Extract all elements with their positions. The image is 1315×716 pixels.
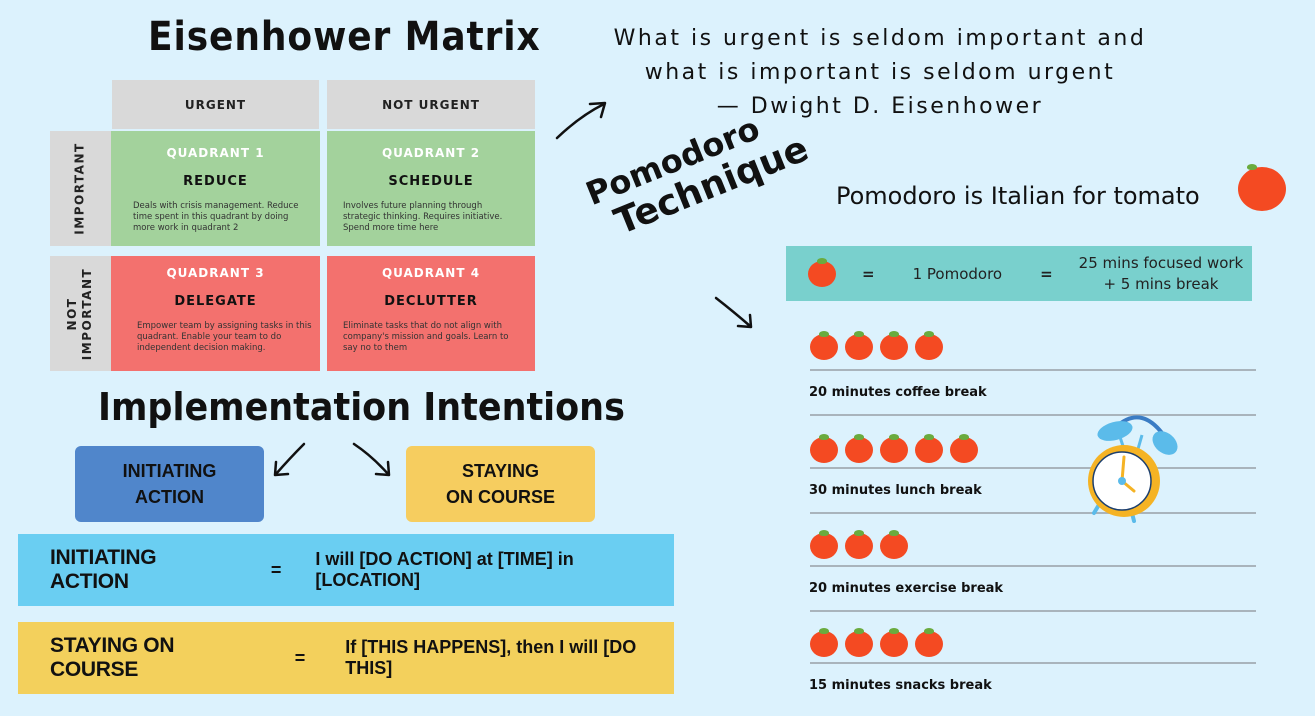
equals-sign: = <box>294 647 306 668</box>
quadrant-1-action: REDUCE <box>183 174 248 189</box>
quadrant-1-desc: Deals with crisis management. Reduce tim… <box>133 201 299 233</box>
pomodoro-unit: 1 Pomodoro <box>912 264 1003 283</box>
quadrant-4-action: DECLUTTER <box>384 294 478 309</box>
pomodoro-definition-line-1: 25 mins focused work <box>1078 253 1244 272</box>
tomato-icon <box>845 331 873 360</box>
divider <box>810 662 1256 664</box>
col-header-not-urgent: NOT URGENT <box>327 80 535 129</box>
tomato-icon <box>845 434 873 463</box>
pomodoro-definition-line-2: + 5 mins break <box>1103 274 1219 293</box>
pomodoro-definition: 25 mins focused work + 5 mins break <box>1079 253 1244 295</box>
col-header-urgent: URGENT <box>112 80 319 129</box>
formula-label: STAYING ON COURSE <box>50 634 175 681</box>
divider <box>810 565 1256 567</box>
quadrant-4-desc: Eliminate tasks that do not align with c… <box>343 321 509 353</box>
tomato-icon <box>915 331 943 360</box>
tomato-icon <box>950 434 978 463</box>
quote-line-2: what is important is seldom urgent <box>644 60 1116 85</box>
staying-on-course-box: STAYING ON COURSE <box>406 446 595 522</box>
tomato-row-1 <box>810 331 943 360</box>
tomato-icon <box>845 530 873 559</box>
pomodoro-equation-bar: = 1 Pomodoro = 25 mins focused work + 5 … <box>786 246 1252 301</box>
quadrant-3-desc: Empower team by assigning tasks in this … <box>137 321 312 353</box>
quote-author: — Dwight D. Eisenhower <box>716 94 1044 119</box>
eisenhower-title: Eisenhower Matrix <box>148 14 541 60</box>
arrow-left-down-icon <box>273 442 306 477</box>
break-label-4: 15 minutes snacks break <box>809 678 992 693</box>
tomato-icon <box>808 257 836 287</box>
quadrant-2: QUADRANT 2 SCHEDULE Involves future plan… <box>327 131 535 246</box>
arrow-to-breaks-icon <box>714 296 753 329</box>
quadrant-2-desc: Involves future planning through strateg… <box>343 201 503 233</box>
break-label-1: 20 minutes coffee break <box>809 385 987 400</box>
staying-on-course-formula: STAYING ON COURSE = If [THIS HAPPENS], t… <box>18 622 674 694</box>
row-header-not-important: NOT IMPORTANT <box>50 256 111 371</box>
alarm-clock-icon <box>1088 415 1178 523</box>
quadrant-2-name: QUADRANT 2 <box>381 146 481 160</box>
quadrant-1: QUADRANT 1 REDUCE Deals with crisis mana… <box>111 131 320 246</box>
tomato-icon <box>810 530 838 559</box>
row-header-not-important-label: NOT IMPORTANT <box>65 267 95 360</box>
tomato-icon <box>810 331 838 360</box>
arrow-right-down-icon <box>352 442 391 477</box>
formula-value: If [THIS HAPPENS], then I will [DO THIS] <box>345 637 637 678</box>
row-header-important: IMPORTANT <box>50 131 111 246</box>
tomato-icon <box>915 628 943 657</box>
tomato-icon <box>1238 164 1286 211</box>
break-label-3: 20 minutes exercise break <box>809 581 1004 596</box>
tomato-icon <box>880 628 908 657</box>
tomato-icon <box>810 628 838 657</box>
tomato-icon <box>880 530 908 559</box>
equals-sign: = <box>270 559 282 580</box>
formula-label: INITIATING ACTION <box>50 546 157 593</box>
quadrant-3-name: QUADRANT 3 <box>166 266 265 280</box>
divider <box>810 369 1256 371</box>
tomato-icon <box>810 434 838 463</box>
break-label-2: 30 minutes lunch break <box>809 483 982 498</box>
quadrant-2-action: SCHEDULE <box>388 174 474 189</box>
row-header-important-label: IMPORTANT <box>73 142 87 235</box>
tomato-row-3 <box>810 530 908 559</box>
formula-value: I will [DO ACTION] at [TIME] in [LOCATIO… <box>315 549 574 590</box>
implementation-title: Implementation Intentions <box>98 385 625 429</box>
quadrant-3: QUADRANT 3 DELEGATE Empower team by assi… <box>111 256 320 371</box>
tomato-icon <box>915 434 943 463</box>
equals-sign: = <box>862 264 875 283</box>
initiating-action-box: INITIATING ACTION <box>75 446 264 522</box>
quote-line-1: What is urgent is seldom important and <box>613 26 1147 51</box>
quadrant-4-name: QUADRANT 4 <box>381 266 481 280</box>
tomato-row-4 <box>810 628 943 657</box>
tomato-icon <box>880 434 908 463</box>
initiating-action-formula: INITIATING ACTION = I will [DO ACTION] a… <box>18 534 674 606</box>
quadrant-1-name: QUADRANT 1 <box>166 146 265 160</box>
tomato-icon <box>845 628 873 657</box>
tomato-icon <box>880 331 908 360</box>
equals-sign: = <box>1040 264 1053 283</box>
tomato-row-2 <box>810 434 978 463</box>
pomodoro-fact: Pomodoro is Italian for tomato <box>836 182 1200 210</box>
quote: What is urgent is seldom important and w… <box>575 22 1185 124</box>
quadrant-3-action: DELEGATE <box>174 294 257 309</box>
quadrant-4: QUADRANT 4 DECLUTTER Eliminate tasks tha… <box>327 256 535 371</box>
divider <box>810 610 1256 612</box>
